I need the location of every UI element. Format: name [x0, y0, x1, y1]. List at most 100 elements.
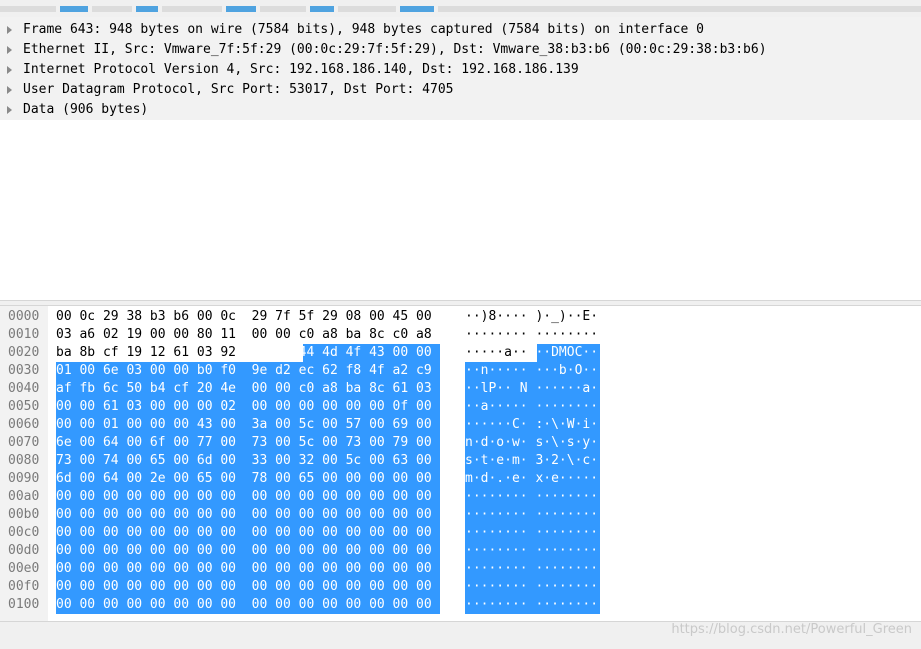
ascii-group-1: ··lP·· N	[465, 381, 528, 396]
hex-bytes[interactable]: 00 00 01 00 00 00 43 00 3a 00 5c 00 57 0…	[56, 418, 432, 432]
ascii-group-1: ··n·····	[465, 363, 528, 378]
hex-row[interactable]: 00e0 00 00 00 00 00 00 00 00 00 00 00 00…	[0, 560, 921, 578]
row-offset: 0100	[8, 597, 40, 612]
ascii-bytes[interactable]: ··lP·· N ······a·	[465, 382, 598, 396]
hex-group-2: 00 00 00 00 00 00 00 00	[251, 507, 432, 522]
row-offset: 0050	[8, 399, 40, 414]
hex-row[interactable]: 0060 00 00 01 00 00 00 43 00 3a 00 5c 00…	[0, 416, 921, 434]
ascii-group-2: :·\·W·i·	[535, 417, 599, 432]
expand-arrow-icon[interactable]	[7, 26, 12, 34]
hex-row[interactable]: 0070 6e 00 64 00 6f 00 77 00 73 00 5c 00…	[0, 434, 921, 452]
expand-arrow-icon[interactable]	[7, 66, 12, 74]
bottom-status-strip: https://blog.csdn.net/Powerful_Green	[0, 621, 921, 649]
detail-row-ethernet[interactable]: Ethernet II, Src: Vmware_7f:5f:29 (00:0c…	[0, 40, 921, 60]
detail-row-label: User Datagram Protocol, Src Port: 53017,…	[23, 82, 454, 97]
hex-bytes[interactable]: 6e 00 64 00 6f 00 77 00 73 00 5c 00 73 0…	[56, 436, 432, 450]
expand-arrow-icon[interactable]	[7, 106, 12, 114]
expand-arrow-icon[interactable]	[7, 46, 12, 54]
row-offset: 0080	[8, 453, 40, 468]
row-offset: 00f0	[8, 579, 40, 594]
hex-bytes[interactable]: ba 8b cf 19 12 61 03 92 fa 0c 44 4d 4f 4…	[56, 346, 432, 360]
hex-group-1: 00 00 00 00 00 00 00 00	[56, 489, 237, 504]
ascii-group-2: ········	[535, 399, 599, 414]
hex-group-2: 3a 00 5c 00 57 00 69 00	[251, 417, 432, 432]
row-offset: 00c0	[8, 525, 40, 540]
hex-row[interactable]: 0020 ba 8b cf 19 12 61 03 92 fa 0c 44 4d…	[0, 344, 921, 362]
hex-row[interactable]: 0100 00 00 00 00 00 00 00 00 00 00 00 00…	[0, 596, 921, 614]
hex-group-2: 29 7f 5f 29 08 00 45 00	[251, 309, 432, 324]
hex-bytes[interactable]: 73 00 74 00 65 00 6d 00 33 00 32 00 5c 0…	[56, 454, 432, 468]
hex-bytes[interactable]: 00 00 00 00 00 00 00 00 00 00 00 00 00 0…	[56, 508, 432, 522]
ascii-bytes[interactable]: ··n····· ···b·O··	[465, 364, 598, 378]
ascii-bytes[interactable]: ········ ········	[465, 598, 598, 612]
ascii-group-1: ·····a··	[465, 345, 528, 360]
detail-row-ipv4[interactable]: Internet Protocol Version 4, Src: 192.16…	[0, 60, 921, 80]
ascii-bytes[interactable]: ········ ········	[465, 328, 598, 342]
row-offset: 0030	[8, 363, 40, 378]
hex-bytes[interactable]: 6d 00 64 00 2e 00 65 00 78 00 65 00 00 0…	[56, 472, 432, 486]
hex-bytes[interactable]: 00 00 00 00 00 00 00 00 00 00 00 00 00 0…	[56, 598, 432, 612]
hex-bytes[interactable]: 01 00 6e 03 00 00 b0 f0 9e d2 ec 62 f8 4…	[56, 364, 432, 378]
hex-row[interactable]: 0050 00 00 61 03 00 00 00 02 00 00 00 00…	[0, 398, 921, 416]
hex-bytes[interactable]: af fb 6c 50 b4 cf 20 4e 00 00 c0 a8 ba 8…	[56, 382, 432, 396]
hex-group-2: 00 00 c0 a8 ba 8c 61 03	[251, 381, 432, 396]
row-offset: 0000	[8, 309, 40, 324]
detail-row-label: Frame 643: 948 bytes on wire (7584 bits)…	[23, 22, 704, 37]
hex-group-2: 78 00 65 00 00 00 00 00	[251, 471, 432, 486]
hex-row[interactable]: 00d0 00 00 00 00 00 00 00 00 00 00 00 00…	[0, 542, 921, 560]
hex-bytes[interactable]: 00 00 00 00 00 00 00 00 00 00 00 00 00 0…	[56, 526, 432, 540]
hex-row[interactable]: 0080 73 00 74 00 65 00 6d 00 33 00 32 00…	[0, 452, 921, 470]
hex-row[interactable]: 0040 af fb 6c 50 b4 cf 20 4e 00 00 c0 a8…	[0, 380, 921, 398]
expand-arrow-icon[interactable]	[7, 86, 12, 94]
ascii-group-1: ········	[465, 579, 528, 594]
ascii-group-2: )·_)··E·	[535, 309, 599, 324]
hex-group-2: 00 00 00 00 00 00 00 00	[251, 543, 432, 558]
hex-bytes[interactable]: 00 00 00 00 00 00 00 00 00 00 00 00 00 0…	[56, 562, 432, 576]
hex-bytes[interactable]: 00 00 00 00 00 00 00 00 00 00 00 00 00 0…	[56, 580, 432, 594]
hex-row[interactable]: 0030 01 00 6e 03 00 00 b0 f0 9e d2 ec 62…	[0, 362, 921, 380]
detail-row-frame[interactable]: Frame 643: 948 bytes on wire (7584 bits)…	[0, 20, 921, 40]
hex-bytes[interactable]: 00 00 61 03 00 00 00 02 00 00 00 00 00 0…	[56, 400, 432, 414]
ascii-bytes[interactable]: n·d·o·w· s·\·s·y·	[465, 436, 598, 450]
ascii-bytes[interactable]: m·d·.·e· x·e·····	[465, 472, 598, 486]
detail-row-data[interactable]: Data (906 bytes)	[0, 100, 921, 120]
ascii-bytes[interactable]: ··)8···· )·_)··E·	[465, 310, 598, 324]
hex-group-2: fa 0c 44 4d 4f 43 00 00	[251, 345, 432, 360]
hex-bytes[interactable]: 03 a6 02 19 00 00 80 11 00 00 c0 a8 ba 8…	[56, 328, 432, 342]
row-offset: 0060	[8, 417, 40, 432]
ascii-bytes[interactable]: ··a····· ········	[465, 400, 598, 414]
hex-group-2: 00 00 00 00 00 00 0f 00	[251, 399, 432, 414]
row-offset: 0020	[8, 345, 40, 360]
hex-row[interactable]: 00c0 00 00 00 00 00 00 00 00 00 00 00 00…	[0, 524, 921, 542]
ascii-bytes[interactable]: s·t·e·m· 3·2·\·c·	[465, 454, 598, 468]
hex-group-1: 00 00 01 00 00 00 43 00	[56, 417, 237, 432]
detail-row-udp[interactable]: User Datagram Protocol, Src Port: 53017,…	[0, 80, 921, 100]
ascii-bytes[interactable]: ·····a·· ··DMOC··	[465, 346, 598, 360]
row-offset: 00a0	[8, 489, 40, 504]
hex-group-2: 00 00 00 00 00 00 00 00	[251, 597, 432, 612]
detail-row-label: Internet Protocol Version 4, Src: 192.16…	[23, 62, 579, 77]
top-scroll-strip	[0, 0, 921, 17]
hex-bytes[interactable]: 00 00 00 00 00 00 00 00 00 00 00 00 00 0…	[56, 544, 432, 558]
hex-bytes[interactable]: 00 0c 29 38 b3 b6 00 0c 29 7f 5f 29 08 0…	[56, 310, 432, 324]
ascii-bytes[interactable]: ········ ········	[465, 580, 598, 594]
ascii-bytes[interactable]: ······C· :·\·W·i·	[465, 418, 598, 432]
hex-row[interactable]: 0090 6d 00 64 00 2e 00 65 00 78 00 65 00…	[0, 470, 921, 488]
hex-bytes[interactable]: 00 00 00 00 00 00 00 00 00 00 00 00 00 0…	[56, 490, 432, 504]
hex-row[interactable]: 0000 00 0c 29 38 b3 b6 00 0c 29 7f 5f 29…	[0, 308, 921, 326]
hex-group-1: 00 00 61 03 00 00 00 02	[56, 399, 237, 414]
hex-group-1: 6e 00 64 00 6f 00 77 00	[56, 435, 237, 450]
ascii-bytes[interactable]: ········ ········	[465, 490, 598, 504]
ascii-bytes[interactable]: ········ ········	[465, 526, 598, 540]
hex-row[interactable]: 00f0 00 00 00 00 00 00 00 00 00 00 00 00…	[0, 578, 921, 596]
hex-row[interactable]: 0010 03 a6 02 19 00 00 80 11 00 00 c0 a8…	[0, 326, 921, 344]
ascii-bytes[interactable]: ········ ········	[465, 544, 598, 558]
hex-group-1: 00 00 00 00 00 00 00 00	[56, 561, 237, 576]
ascii-bytes[interactable]: ········ ········	[465, 562, 598, 576]
ascii-bytes[interactable]: ········ ········	[465, 508, 598, 522]
hex-row[interactable]: 00a0 00 00 00 00 00 00 00 00 00 00 00 00…	[0, 488, 921, 506]
hex-group-1: 03 a6 02 19 00 00 80 11	[56, 327, 237, 342]
packet-bytes-pane: 0000 00 0c 29 38 b3 b6 00 0c 29 7f 5f 29…	[0, 306, 921, 621]
ascii-group-1: ········	[465, 561, 528, 576]
hex-row[interactable]: 00b0 00 00 00 00 00 00 00 00 00 00 00 00…	[0, 506, 921, 524]
